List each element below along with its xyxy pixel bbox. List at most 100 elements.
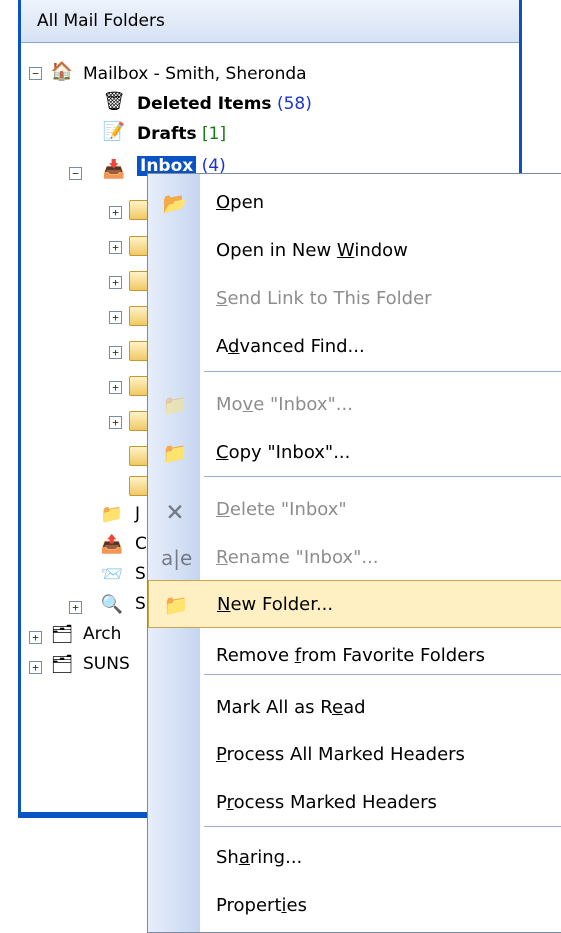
menu-item-label-part: Open in New bbox=[216, 240, 337, 261]
menu-item-label-part: r bbox=[226, 792, 234, 813]
menu-item-rename-inbox[interactable]: a|e Rename "Inbox"... bbox=[148, 534, 561, 582]
tree-item-c[interactable]: C bbox=[135, 530, 147, 558]
menu-item-label-part: es bbox=[286, 895, 307, 916]
tree-item-drafts[interactable]: Drafts [1] bbox=[137, 120, 226, 148]
menu-item-label: Process Marked Headers bbox=[216, 779, 437, 827]
menu-item-advanced-find[interactable]: Advanced Find... bbox=[148, 323, 561, 371]
deleted-items-icon: 🗑 bbox=[102, 91, 126, 112]
menu-item-label-part: ew Folder... bbox=[230, 594, 334, 615]
menu-item-copy-inbox[interactable]: 📁 Copy "Inbox"... bbox=[148, 429, 561, 477]
tree-item-archive[interactable]: Arch bbox=[83, 620, 121, 648]
menu-item-move-inbox[interactable]: 📁 Move "Inbox"... bbox=[148, 381, 561, 429]
menu-item-properties[interactable]: Properties bbox=[148, 882, 561, 930]
menu-item-label-part: D bbox=[216, 499, 230, 520]
tree-item-j[interactable]: J bbox=[135, 500, 140, 528]
menu-item-label-part: pen bbox=[230, 192, 265, 213]
menu-item-label: Advanced Find... bbox=[216, 323, 365, 371]
menu-item-label-part: P bbox=[216, 792, 227, 813]
menu-item-label-part: O bbox=[216, 192, 231, 213]
menu-item-label-part: e bbox=[331, 697, 344, 718]
expand-subfolder-toggle[interactable]: + bbox=[109, 381, 122, 394]
menu-item-new-folder[interactable]: 📁 New Folder... bbox=[148, 580, 561, 628]
suns-folder-icon: 🗂 bbox=[50, 654, 74, 675]
menu-item-label-part: vanced Find... bbox=[239, 336, 365, 357]
archive-folder-icon: 🗂 bbox=[50, 624, 74, 645]
inbox-icon: 📥 bbox=[102, 159, 126, 180]
expand-archive-toggle[interactable]: + bbox=[29, 631, 42, 644]
expand-subfolder-toggle[interactable]: + bbox=[109, 311, 122, 324]
junk-folder-icon: 📁 bbox=[100, 504, 124, 525]
menu-item-open-in-new-window[interactable]: Open in New Window bbox=[148, 227, 561, 275]
menu-item-label: Mark All as Read bbox=[216, 684, 366, 732]
menu-item-label-part: A bbox=[216, 336, 228, 357]
mailbox-icon: 🏠 bbox=[50, 61, 74, 82]
menu-item-label-part: S bbox=[216, 288, 228, 309]
folder-context-menu: 📂 Open Open in New Window Send Link to This… bbox=[147, 173, 561, 933]
expand-subfolder-toggle[interactable]: + bbox=[109, 346, 122, 359]
expand-subfolder-toggle[interactable]: + bbox=[109, 276, 122, 289]
menu-item-label-part: Remove bbox=[216, 645, 295, 666]
menu-item-label: Move "Inbox"... bbox=[216, 381, 353, 429]
tree-item-mailbox[interactable]: Mailbox - Smith, Sheronda bbox=[83, 60, 307, 88]
menu-item-sharing[interactable]: Sharing... bbox=[148, 834, 561, 882]
deleted-items-label: Deleted Items bbox=[137, 94, 272, 114]
menu-item-label: Delete "Inbox" bbox=[216, 486, 347, 534]
collapse-inbox-toggle[interactable]: − bbox=[69, 167, 82, 180]
menu-item-process-all-marked-headers[interactable]: Process All Marked Headers bbox=[148, 731, 561, 779]
menu-item-label: Properties bbox=[216, 882, 307, 930]
expand-subfolder-toggle[interactable]: + bbox=[109, 416, 122, 429]
menu-item-open[interactable]: 📂 Open bbox=[148, 179, 561, 227]
copy-folder-icon: 📁 bbox=[162, 441, 188, 465]
menu-item-delete-inbox[interactable]: 🗙 Delete "Inbox" bbox=[148, 486, 561, 534]
menu-item-label-part: Mark All as R bbox=[216, 697, 332, 718]
menu-item-remove-from-favorites[interactable]: Remove from Favorite Folders bbox=[148, 632, 561, 680]
menu-item-label-part: ocess Marked Headers bbox=[233, 792, 437, 813]
delete-folder-icon: 🗙 bbox=[167, 498, 183, 522]
menu-item-label-part: Propert bbox=[216, 895, 282, 916]
tree-item-s[interactable]: S bbox=[135, 560, 146, 588]
menu-item-label-part: P bbox=[216, 744, 227, 765]
menu-item-label-part: v bbox=[242, 394, 254, 415]
menu-item-label: Sharing... bbox=[216, 834, 302, 882]
menu-item-label: Process All Marked Headers bbox=[216, 731, 465, 779]
menu-item-label-part: Mo bbox=[216, 394, 243, 415]
rename-icon: a|e bbox=[161, 546, 193, 570]
drafts-icon: 📝 bbox=[102, 121, 126, 142]
expand-subfolder-toggle[interactable]: + bbox=[109, 241, 122, 254]
expand-search-folders-toggle[interactable]: + bbox=[69, 601, 82, 614]
menu-item-label: Open bbox=[216, 179, 264, 227]
menu-item-label: Open in New Window bbox=[216, 227, 408, 275]
tree-item-deleted-items[interactable]: Deleted Items (58) bbox=[137, 90, 312, 118]
pane-title: All Mail Folders bbox=[21, 0, 519, 43]
menu-item-label-part: N bbox=[217, 594, 231, 615]
menu-item-send-link[interactable]: Send Link to This Folder bbox=[148, 275, 561, 323]
collapse-mailbox-toggle[interactable]: − bbox=[29, 67, 42, 80]
drafts-count: [1] bbox=[202, 124, 227, 144]
menu-item-label-part: ring... bbox=[249, 847, 303, 868]
menu-item-label: Remove from Favorite Folders bbox=[216, 632, 485, 680]
menu-item-mark-all-as-read[interactable]: Mark All as Read bbox=[148, 684, 561, 732]
menu-item-label-part: W bbox=[336, 240, 355, 261]
menu-item-label: Send Link to This Folder bbox=[216, 275, 432, 323]
menu-item-label-part: e "Inbox"... bbox=[253, 394, 353, 415]
tree-item-s2[interactable]: S bbox=[135, 590, 146, 618]
menu-separator bbox=[204, 371, 561, 372]
menu-item-label-part: Sh bbox=[216, 847, 239, 868]
expand-subfolder-toggle[interactable]: + bbox=[109, 206, 122, 219]
menu-item-label-part: elete "Inbox" bbox=[229, 499, 347, 520]
menu-item-label: Rename "Inbox"... bbox=[216, 534, 379, 582]
move-folder-icon: 📁 bbox=[162, 393, 188, 417]
outbox-icon: 📤 bbox=[100, 534, 124, 555]
new-folder-icon: 📁 bbox=[163, 593, 189, 617]
expand-suns-toggle[interactable]: + bbox=[29, 661, 42, 674]
menu-item-label-part: rom Favorite Folders bbox=[301, 645, 486, 666]
menu-item-label-part: a bbox=[238, 847, 250, 868]
menu-item-label: New Folder... bbox=[217, 581, 333, 629]
menu-item-label-part: rocess All Marked Headers bbox=[226, 744, 465, 765]
menu-item-process-marked-headers[interactable]: Process Marked Headers bbox=[148, 779, 561, 827]
menu-item-label-part: indow bbox=[354, 240, 408, 261]
menu-item-label: Copy "Inbox"... bbox=[216, 429, 350, 477]
tree-item-suns[interactable]: SUNS bbox=[83, 650, 130, 678]
deleted-items-count: (58) bbox=[276, 94, 312, 114]
menu-item-label-part: d bbox=[228, 336, 240, 357]
